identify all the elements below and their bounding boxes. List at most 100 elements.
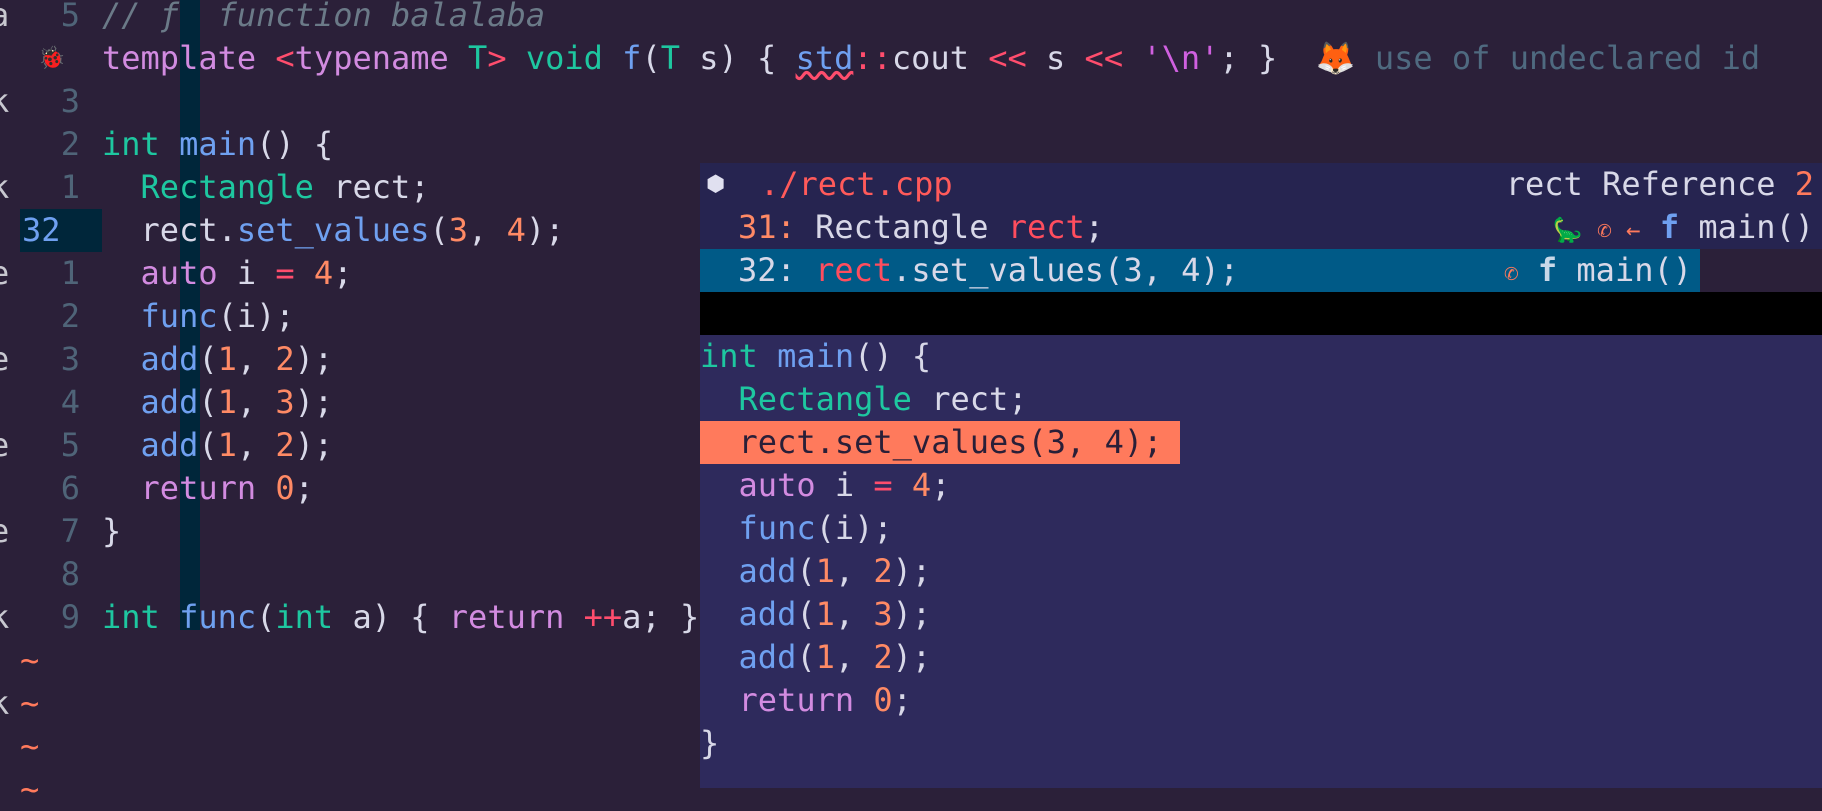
code-text: func(i); bbox=[102, 295, 295, 338]
preview-line: return 0; bbox=[700, 679, 912, 722]
code-token: rect; bbox=[931, 380, 1028, 418]
code-token: 3 bbox=[448, 211, 469, 249]
code-token: int bbox=[102, 125, 180, 163]
code-token: > bbox=[487, 39, 526, 77]
code-token: = bbox=[275, 254, 295, 292]
line-number: 5 bbox=[60, 0, 80, 34]
code-token: , bbox=[834, 595, 874, 633]
code-token: template bbox=[102, 39, 276, 77]
code-token: } bbox=[102, 512, 122, 550]
code-token: ); bbox=[892, 552, 932, 590]
highlighted-preview-line: rect.set_values(3, 4); bbox=[700, 421, 1180, 464]
code-text: } bbox=[102, 510, 121, 553]
code-token: ( bbox=[198, 340, 218, 378]
code-token: add bbox=[102, 383, 199, 421]
code-token: ( bbox=[796, 552, 816, 590]
reference-preview: int main() { Rectangle rect; rect.set_va… bbox=[700, 335, 1822, 788]
preview-line: add(1, 2); bbox=[700, 636, 932, 679]
code-token: ( bbox=[429, 211, 449, 249]
code-token: s) { bbox=[679, 39, 796, 77]
code-text: auto i = 4; bbox=[102, 252, 353, 295]
line-number: 7 bbox=[60, 512, 80, 550]
line-number: 3 bbox=[60, 82, 80, 120]
code-token: std bbox=[795, 39, 854, 77]
reference-kind-icons: 🦕 ✆ ← bbox=[1552, 216, 1641, 244]
tilde-marker: ~ bbox=[20, 770, 40, 808]
code-token: rect; bbox=[333, 168, 430, 206]
code-token: ; bbox=[931, 466, 951, 504]
code-token: () { bbox=[854, 337, 932, 375]
code-token: (i); bbox=[815, 509, 893, 547]
code-token: 🦊 bbox=[1315, 39, 1375, 77]
line-number: 32 bbox=[20, 209, 102, 252]
adjacent-window-text: a bbox=[0, 0, 10, 37]
code-token: 3 bbox=[275, 383, 295, 421]
code-token: 4 bbox=[506, 211, 526, 249]
code-token: Rectangle bbox=[700, 380, 932, 418]
popup-title: rect Reference 2 bbox=[1506, 163, 1814, 206]
code-token: << bbox=[988, 39, 1027, 77]
line-number: 4 bbox=[60, 383, 80, 421]
code-token: int bbox=[275, 598, 353, 636]
code-token: } bbox=[700, 724, 720, 762]
reference-item[interactable]: 31: Rectangle rect;🦕 ✆ ← f main() bbox=[700, 206, 1822, 249]
references-popup[interactable]: int main() { Rectangle rect; rect.set_va… bbox=[700, 163, 1822, 788]
tilde-marker: ~ bbox=[20, 684, 40, 722]
code-token: ++ bbox=[583, 598, 623, 636]
code-token: 1 bbox=[217, 340, 237, 378]
reference-text bbox=[796, 251, 815, 289]
popup-header: ⬢ rect Reference 2 ./rect.cpp bbox=[700, 163, 1822, 206]
code-token: func bbox=[179, 598, 257, 636]
code-token: ( bbox=[198, 383, 218, 421]
file-path[interactable]: ./rect.cpp bbox=[760, 163, 953, 206]
tilde-marker: ~ bbox=[20, 727, 40, 765]
preview-line: add(1, 2); bbox=[700, 550, 932, 593]
code-token: add bbox=[700, 595, 797, 633]
adjacent-window-text: e bbox=[0, 424, 10, 467]
line-number: 6 bbox=[60, 469, 80, 507]
code-token: return bbox=[700, 681, 874, 719]
preview-line: auto i = 4; bbox=[700, 464, 951, 507]
code-token: T bbox=[468, 39, 488, 77]
code-token: 1 bbox=[815, 595, 835, 633]
code-token: 4 bbox=[313, 254, 334, 292]
reference-count: 2 bbox=[1794, 165, 1814, 203]
reference-kind-icons: ✆ bbox=[1504, 259, 1519, 287]
title-word: rect bbox=[1505, 165, 1583, 203]
bug-icon[interactable]: 🐞 bbox=[38, 37, 65, 80]
code-token: < bbox=[275, 39, 295, 77]
code-token: '\n' bbox=[1142, 39, 1220, 77]
code-token: Rectangle bbox=[102, 168, 334, 206]
code-token: ); bbox=[892, 595, 932, 633]
adjacent-window-text: k bbox=[0, 682, 10, 725]
scope-name: main() bbox=[1576, 251, 1692, 289]
function-icon: f bbox=[1537, 251, 1558, 289]
line-number: 9 bbox=[60, 598, 80, 636]
code-token: ; } bbox=[1219, 39, 1316, 77]
code-token: 2 bbox=[873, 638, 893, 676]
adjacent-window-text: k bbox=[0, 80, 10, 123]
code-token: // ƒ function balalaba bbox=[102, 0, 546, 34]
code-token: f bbox=[622, 39, 642, 77]
code-text: int main() { bbox=[102, 123, 333, 166]
code-token: << bbox=[1084, 39, 1124, 77]
code-token: ); bbox=[294, 426, 334, 464]
reference-scope: ✆ f main() bbox=[1504, 249, 1692, 295]
code-token: s bbox=[1026, 39, 1085, 77]
line-number: 1 bbox=[60, 168, 80, 206]
code-token: typename bbox=[294, 39, 469, 77]
code-token: i bbox=[236, 254, 276, 292]
reference-text: rect bbox=[815, 251, 893, 289]
code-text: template <typename T> void f(T s) { std:… bbox=[102, 37, 1760, 80]
adjacent-window-text: e bbox=[0, 338, 10, 381]
line-number: 2 bbox=[60, 125, 80, 163]
line-number: 2 bbox=[60, 297, 80, 335]
code-token: ); bbox=[525, 211, 565, 249]
code-token: ; bbox=[333, 254, 353, 292]
code-token: 0 bbox=[873, 681, 893, 719]
code-token: , bbox=[236, 383, 276, 421]
reference-item[interactable]: 32: rect.set_values(3, 4);✆ f main() bbox=[700, 249, 1700, 292]
reference-scope: 🦕 ✆ ← f main() bbox=[1553, 206, 1814, 252]
code-token: main bbox=[777, 337, 855, 375]
